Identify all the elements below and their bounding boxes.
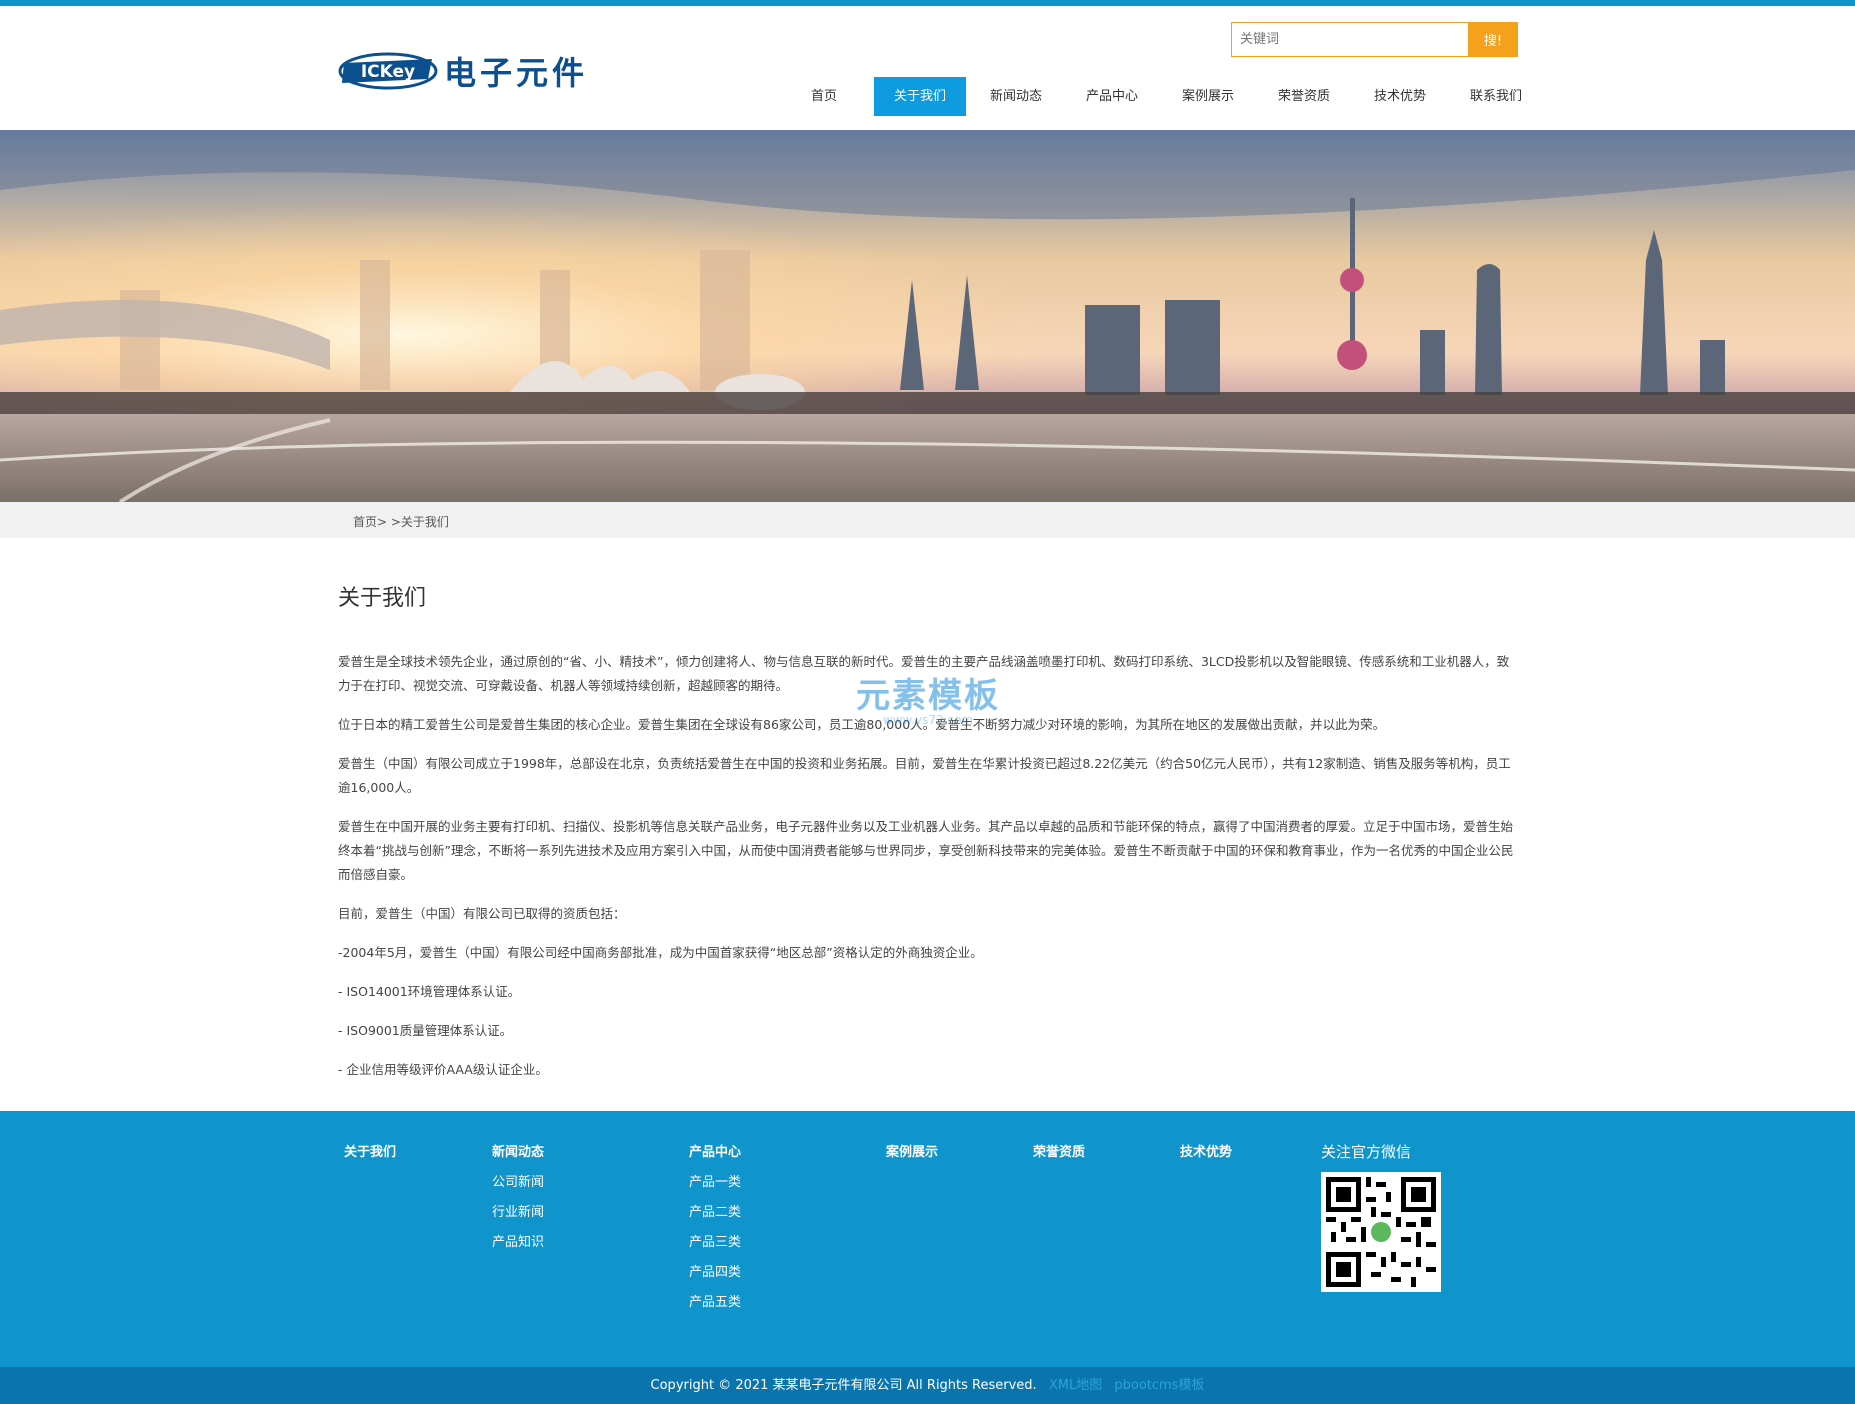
about-content: 关于我们 爱普生是全球技术领先企业，通过原创的“省、小、精技术”，倾力创建将人、…	[338, 580, 1518, 1097]
footer-col-cases: 案例展示	[886, 1145, 938, 1175]
xml-sitemap-link[interactable]: XML地图	[1049, 1378, 1102, 1393]
footer-col-honors: 荣誉资质	[1033, 1145, 1085, 1175]
paragraph: 爱普生在中国开展的业务主要有打印机、扫描仪、投影机等信息关联产品业务，电子元器件…	[338, 819, 1514, 882]
footer-col-title[interactable]: 产品中心	[689, 1145, 741, 1161]
footer-link[interactable]: 产品二类	[689, 1205, 741, 1221]
footer-link[interactable]: 公司新闻	[492, 1175, 544, 1191]
nav-item-tech[interactable]: 技术优势	[1352, 77, 1448, 116]
footer-col-tech: 技术优势	[1180, 1145, 1232, 1175]
qr-title: 关注官方微信	[1321, 1143, 1412, 1161]
main-nav: 首页 关于我们 新闻动态 产品中心 案例展示 荣誉资质 技术优势 联系我们	[776, 77, 1544, 116]
footer-link[interactable]: 产品一类	[689, 1175, 741, 1191]
footer-col-title[interactable]: 技术优势	[1180, 1145, 1232, 1161]
nav-item-products[interactable]: 产品中心	[1064, 77, 1160, 116]
paragraph: 爱普生（中国）有限公司成立于1998年，总部设在北京，负责统括爱普生在中国的投资…	[338, 756, 1511, 795]
nav-item-cases[interactable]: 案例展示	[1160, 77, 1256, 116]
footer-link[interactable]: 产品五类	[689, 1295, 741, 1311]
search-button[interactable]: 搜!	[1468, 22, 1518, 57]
paragraph: -2004年5月，爱普生（中国）有限公司经中国商务部批准，成为中国首家获得“地区…	[338, 945, 983, 960]
ickey-logo-icon: ICKey	[338, 52, 438, 90]
copyright-bar: Copyright © 2021 某某电子元件有限公司 All Rights R…	[0, 1367, 1855, 1404]
nav-item-honors[interactable]: 荣誉资质	[1256, 77, 1352, 116]
cms-template-link[interactable]: pbootcms模板	[1114, 1378, 1204, 1393]
paragraph: - ISO9001质量管理体系认证。	[338, 1023, 513, 1038]
paragraph: 位于日本的精工爱普生公司是爱普生集团的核心企业。爱普生集团在全球设有86家公司，…	[338, 717, 1386, 732]
footer-col-title[interactable]: 新闻动态	[492, 1145, 544, 1161]
footer-col-title[interactable]: 案例展示	[886, 1145, 938, 1161]
footer-col-title[interactable]: 关于我们	[344, 1145, 396, 1161]
search-input[interactable]	[1231, 22, 1468, 57]
nav-item-about[interactable]: 关于我们	[874, 77, 966, 116]
nav-item-home[interactable]: 首页	[776, 77, 872, 116]
footer-col-products: 产品中心 产品一类 产品二类 产品三类 产品四类 产品五类	[689, 1145, 741, 1325]
footer-link[interactable]: 产品四类	[689, 1265, 741, 1281]
paragraph: - 企业信用等级评价AAA级认证企业。	[338, 1062, 548, 1077]
breadcrumb[interactable]: 首页> >关于我们	[353, 513, 449, 530]
site-header: ICKey 电子元件 搜! 首页 关于我们 新闻动态 产品中心 案例展示 荣誉资…	[0, 6, 1855, 130]
banner-image	[0, 130, 1855, 502]
logo-text: 电子元件	[444, 54, 589, 92]
site-footer: 关于我们 新闻动态 公司新闻 行业新闻 产品知识 产品中心 产品一类 产品二类 …	[0, 1111, 1855, 1367]
paragraph: - ISO14001环境管理体系认证。	[338, 984, 521, 999]
paragraph: 目前，爱普生（中国）有限公司已取得的资质包括：	[338, 906, 626, 921]
footer-col-title[interactable]: 荣誉资质	[1033, 1145, 1085, 1161]
wechat-qr-code-icon	[1321, 1172, 1441, 1292]
logo-mark-text: ICKey	[361, 62, 415, 82]
footer-col-news: 新闻动态 公司新闻 行业新闻 产品知识	[492, 1145, 544, 1265]
footer-link[interactable]: 产品知识	[492, 1235, 544, 1251]
footer-col-about: 关于我们	[344, 1145, 396, 1175]
city-skyline-illustration	[0, 130, 1855, 502]
nav-item-news[interactable]: 新闻动态	[968, 77, 1064, 116]
paragraph: 爱普生是全球技术领先企业，通过原创的“省、小、精技术”，倾力创建将人、物与信息互…	[338, 654, 1510, 693]
footer-link[interactable]: 行业新闻	[492, 1205, 544, 1221]
nav-item-contact[interactable]: 联系我们	[1448, 77, 1544, 116]
breadcrumb-bar: 首页> >关于我们	[0, 502, 1855, 538]
site-logo[interactable]: ICKey 电子元件	[338, 46, 588, 96]
search-box: 搜!	[1231, 22, 1518, 57]
footer-link[interactable]: 产品三类	[689, 1235, 741, 1251]
copyright-text: Copyright © 2021 某某电子元件有限公司 All Rights R…	[650, 1378, 1037, 1393]
page-title: 关于我们	[338, 586, 427, 611]
